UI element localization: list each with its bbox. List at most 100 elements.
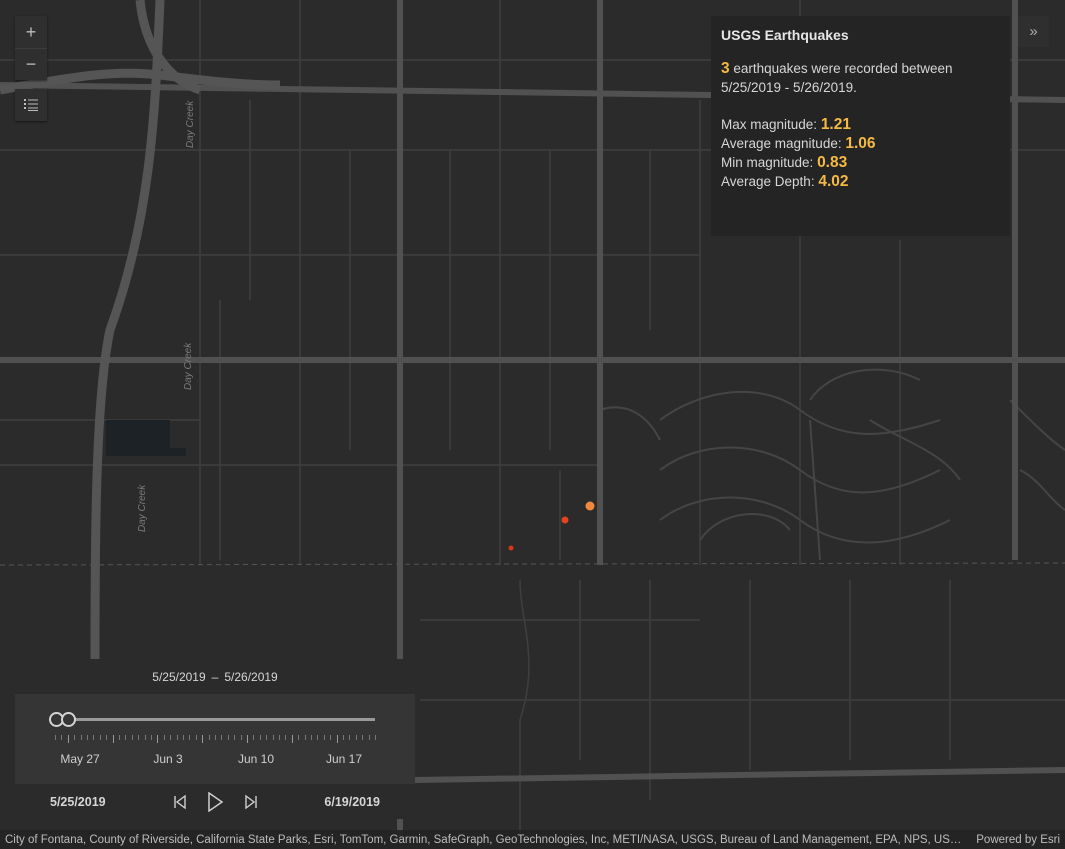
tick-label: Jun 17 [325, 752, 363, 766]
time-extent: 5/25/2019 – 5/26/2019 [15, 659, 415, 694]
slider-tick [183, 735, 184, 740]
time-slider: 5/25/2019 – 5/26/2019 May 27 Jun 3 Jun 1… [15, 659, 415, 819]
tick-label: Jun 3 [153, 752, 183, 766]
slider-ticks [55, 735, 376, 743]
slider-tick [131, 735, 133, 740]
slider-tick [298, 735, 300, 740]
road-label: Day Creek [183, 342, 194, 390]
earthquake-marker[interactable] [508, 545, 514, 551]
slider-tick [208, 735, 210, 740]
slider-tick [311, 735, 312, 740]
slider-tick [349, 735, 351, 740]
attribution-bar: City of Fontana, County of Riverside, Ca… [0, 830, 1065, 849]
slider-tick [221, 735, 223, 740]
slider-tick [176, 735, 178, 740]
full-extent-start: 5/25/2019 [50, 794, 106, 809]
previous-button[interactable] [170, 792, 190, 812]
slider-tick [375, 735, 376, 740]
slider-tick [304, 735, 306, 740]
slider-tick [215, 735, 216, 740]
collapse-panel-button[interactable]: » [1018, 16, 1049, 47]
extent-start: 5/25/2019 [152, 669, 206, 684]
full-extent-end: 6/19/2019 [324, 794, 380, 809]
play-button[interactable] [205, 792, 225, 812]
max-magnitude: Max magnitude: 1.21 [721, 115, 1000, 134]
slider-tick [240, 735, 242, 740]
min-value: 0.83 [817, 154, 848, 171]
slider-tick [119, 735, 120, 740]
slider-tick [99, 735, 101, 740]
slider-track[interactable] [55, 718, 375, 721]
layer-list-button[interactable] [15, 89, 47, 121]
extent-end: 5/26/2019 [224, 669, 278, 684]
date-range-text: 5/25/2019 - 5/26/2019. [721, 80, 857, 95]
max-label: Max magnitude: [721, 117, 821, 132]
count-text: earthquakes were recorded between [729, 61, 953, 76]
slider-tick [253, 735, 255, 740]
layer-list-control [15, 89, 47, 121]
double-chevron-right-icon: » [1029, 23, 1038, 40]
slider-tick [343, 735, 344, 740]
powered-by-link[interactable]: Powered by Esri [976, 834, 1060, 846]
slider-tick [202, 735, 204, 743]
summary-text: 3 earthquakes were recorded between 5/25/… [721, 59, 1000, 97]
slider-tick [106, 735, 108, 740]
zoom-control: + − [15, 16, 47, 80]
slider-tick [317, 735, 319, 740]
slider-tick [336, 735, 338, 743]
next-button[interactable] [241, 792, 261, 812]
extent-separator: – [211, 669, 219, 684]
minus-icon: − [25, 54, 37, 74]
slider-tick [55, 735, 56, 740]
min-label: Min magnitude: [721, 155, 818, 170]
slider-tick [355, 735, 357, 740]
slider-tick [151, 735, 152, 740]
road-label: Day Creek [185, 100, 196, 148]
slider-tick [266, 735, 268, 740]
avg-magnitude: Average magnitude: 1.06 [721, 134, 1000, 153]
earthquake-marker[interactable] [561, 516, 569, 524]
slider-tick [80, 735, 82, 740]
depth-label: Average Depth: [721, 174, 819, 189]
next-icon [245, 794, 257, 810]
slider-tick [362, 735, 364, 740]
zoom-in-button[interactable]: + [15, 16, 47, 48]
previous-icon [174, 794, 186, 810]
earthquake-marker[interactable] [585, 501, 595, 511]
slider-tick [125, 735, 127, 740]
slider-tick [272, 735, 274, 740]
slider-tick [74, 735, 76, 740]
slider-tick [368, 735, 370, 740]
slider-tick [87, 735, 88, 740]
panel-title: USGS Earthquakes [721, 27, 849, 43]
play-icon [208, 792, 224, 812]
list-icon [24, 99, 38, 111]
avg-label: Average magnitude: [721, 136, 846, 151]
slider-tick [259, 735, 261, 740]
attribution-text[interactable]: City of Fontana, County of Riverside, Ca… [5, 834, 964, 846]
slider-tick [157, 735, 159, 743]
min-magnitude: Min magnitude: 0.83 [721, 153, 1000, 172]
slider-tick [144, 735, 146, 740]
slider-tick [330, 735, 332, 740]
slider-thumb-end[interactable] [61, 712, 76, 727]
slider-tick [291, 735, 293, 743]
slider-tick [285, 735, 287, 740]
max-value: 1.21 [820, 116, 851, 133]
slider-tick [138, 735, 140, 740]
slider-tick [323, 735, 325, 740]
slider-tick [61, 735, 63, 740]
slider-tick [189, 735, 191, 740]
slider-tick [247, 735, 248, 743]
slider-tick [170, 735, 172, 740]
slider-tick [163, 735, 165, 740]
slider-tick [279, 735, 280, 740]
slider-tick [112, 735, 114, 743]
plus-icon: + [25, 21, 37, 42]
slider-footer: 5/25/2019 6/19/2019 [15, 784, 415, 819]
tick-label: Jun 10 [237, 752, 275, 766]
slider-tick [93, 735, 95, 740]
slider-tick [227, 735, 229, 740]
zoom-out-button[interactable]: − [15, 48, 47, 80]
tick-label: May 27 [60, 752, 100, 766]
